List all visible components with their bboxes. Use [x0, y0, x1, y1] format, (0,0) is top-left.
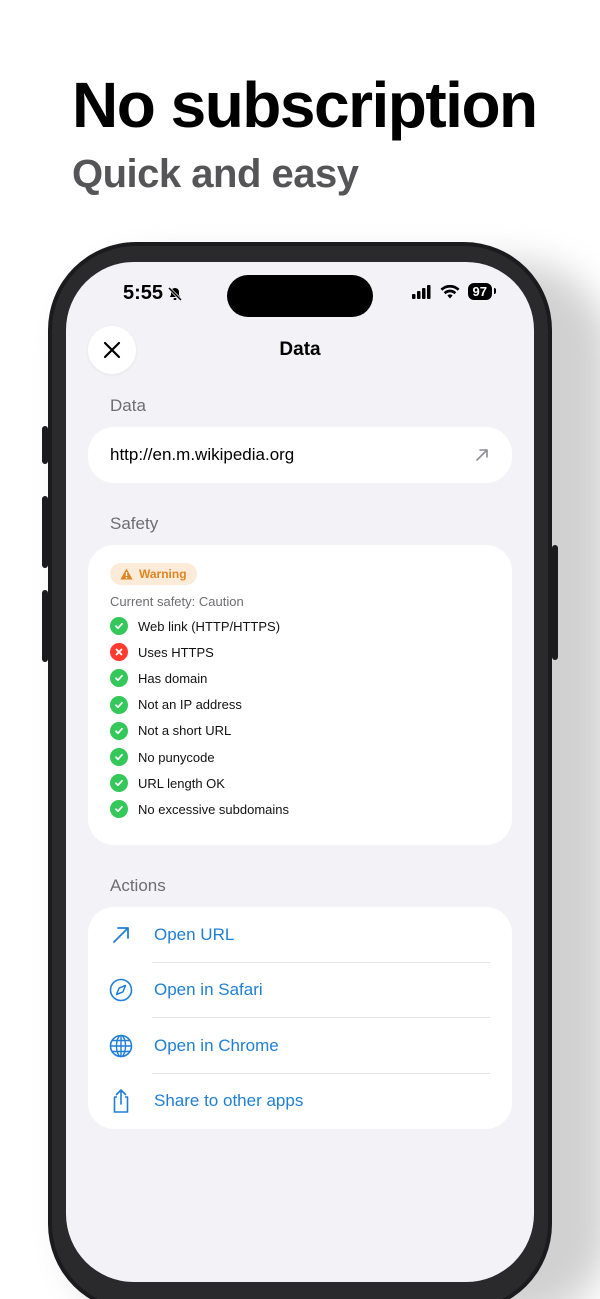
warning-badge: Warning — [110, 563, 197, 585]
share-icon — [108, 1088, 134, 1114]
check-label: Web link (HTTP/HTTPS) — [138, 618, 281, 634]
open-in-chrome-button[interactable]: Open in Chrome — [88, 1018, 512, 1074]
check-item: Has domain — [110, 665, 490, 691]
check-item: No excessive subdomains — [110, 796, 490, 822]
check-item: Uses HTTPS — [110, 639, 490, 665]
volume-down-button — [42, 590, 48, 662]
safety-section-label: Safety — [110, 514, 159, 533]
volume-up-button — [42, 496, 48, 568]
battery-icon: 97 — [467, 283, 497, 300]
data-section-label: Data — [110, 396, 146, 415]
actions-card: Open URL Open in Safari Open in Chrome S… — [88, 907, 512, 1129]
action-button — [42, 426, 48, 464]
status-time-text: 5:55 — [123, 282, 164, 304]
status-icons: 97 — [411, 283, 497, 300]
open-in-chrome-label: Open in Chrome — [154, 1035, 279, 1055]
open-url-button[interactable]: Open URL — [88, 907, 512, 963]
page-title: Data — [279, 339, 321, 360]
safety-card: Warning Current safety: Caution Web link… — [88, 545, 512, 845]
check-label: No punycode — [138, 749, 215, 765]
url-row[interactable]: http://en.m.wikipedia.org — [88, 427, 512, 483]
promo-subhead: Quick and easy — [72, 152, 359, 196]
arrow-up-right-icon — [108, 922, 134, 948]
check-pass-icon — [110, 774, 128, 793]
warning-triangle-icon — [120, 568, 133, 580]
actions-section-label: Actions — [110, 876, 166, 895]
share-button[interactable]: Share to other apps — [88, 1074, 512, 1130]
check-pass-icon — [110, 695, 128, 714]
arrow-up-right-icon — [476, 449, 488, 461]
check-pass-icon — [110, 800, 128, 819]
url-text: http://en.m.wikipedia.org — [110, 445, 295, 464]
warning-badge-label: Warning — [139, 567, 187, 581]
open-in-safari-label: Open in Safari — [154, 980, 263, 1000]
check-label: Not a short URL — [138, 723, 232, 739]
check-item: Not a short URL — [110, 718, 490, 744]
compass-icon — [108, 977, 134, 1003]
bell-slash-icon — [167, 286, 183, 301]
current-safety: Current safety: Caution — [110, 594, 244, 609]
dynamic-island — [227, 275, 373, 317]
power-button — [552, 545, 558, 660]
check-fail-icon — [110, 643, 128, 662]
open-url-label: Open URL — [154, 924, 235, 944]
check-label: Uses HTTPS — [138, 644, 214, 660]
check-label: No excessive subdomains — [138, 801, 290, 817]
check-item: Web link (HTTP/HTTPS) — [110, 613, 490, 639]
check-item: URL length OK — [110, 770, 490, 796]
wifi-icon — [440, 284, 460, 298]
safety-checks: Web link (HTTP/HTTPS) Uses HTTPS Has dom… — [110, 613, 490, 823]
promo-headline: No subscription — [72, 69, 538, 141]
open-in-safari-button[interactable]: Open in Safari — [88, 963, 512, 1018]
check-label: URL length OK — [138, 775, 225, 791]
check-label: Has domain — [138, 670, 208, 686]
status-time: 5:55 — [123, 282, 183, 305]
signal-icon — [411, 284, 431, 299]
check-item: No punycode — [110, 744, 490, 770]
check-pass-icon — [110, 721, 128, 740]
check-pass-icon — [110, 669, 128, 688]
phone-screen: 5:55 97 Data Data http://en.m.wikipedia. — [66, 262, 534, 1282]
check-pass-icon — [110, 748, 128, 767]
check-item: Not an IP address — [110, 692, 490, 718]
check-label: Not an IP address — [138, 697, 242, 713]
share-label: Share to other apps — [154, 1091, 304, 1111]
check-pass-icon — [110, 617, 128, 636]
globe-icon — [108, 1033, 134, 1059]
